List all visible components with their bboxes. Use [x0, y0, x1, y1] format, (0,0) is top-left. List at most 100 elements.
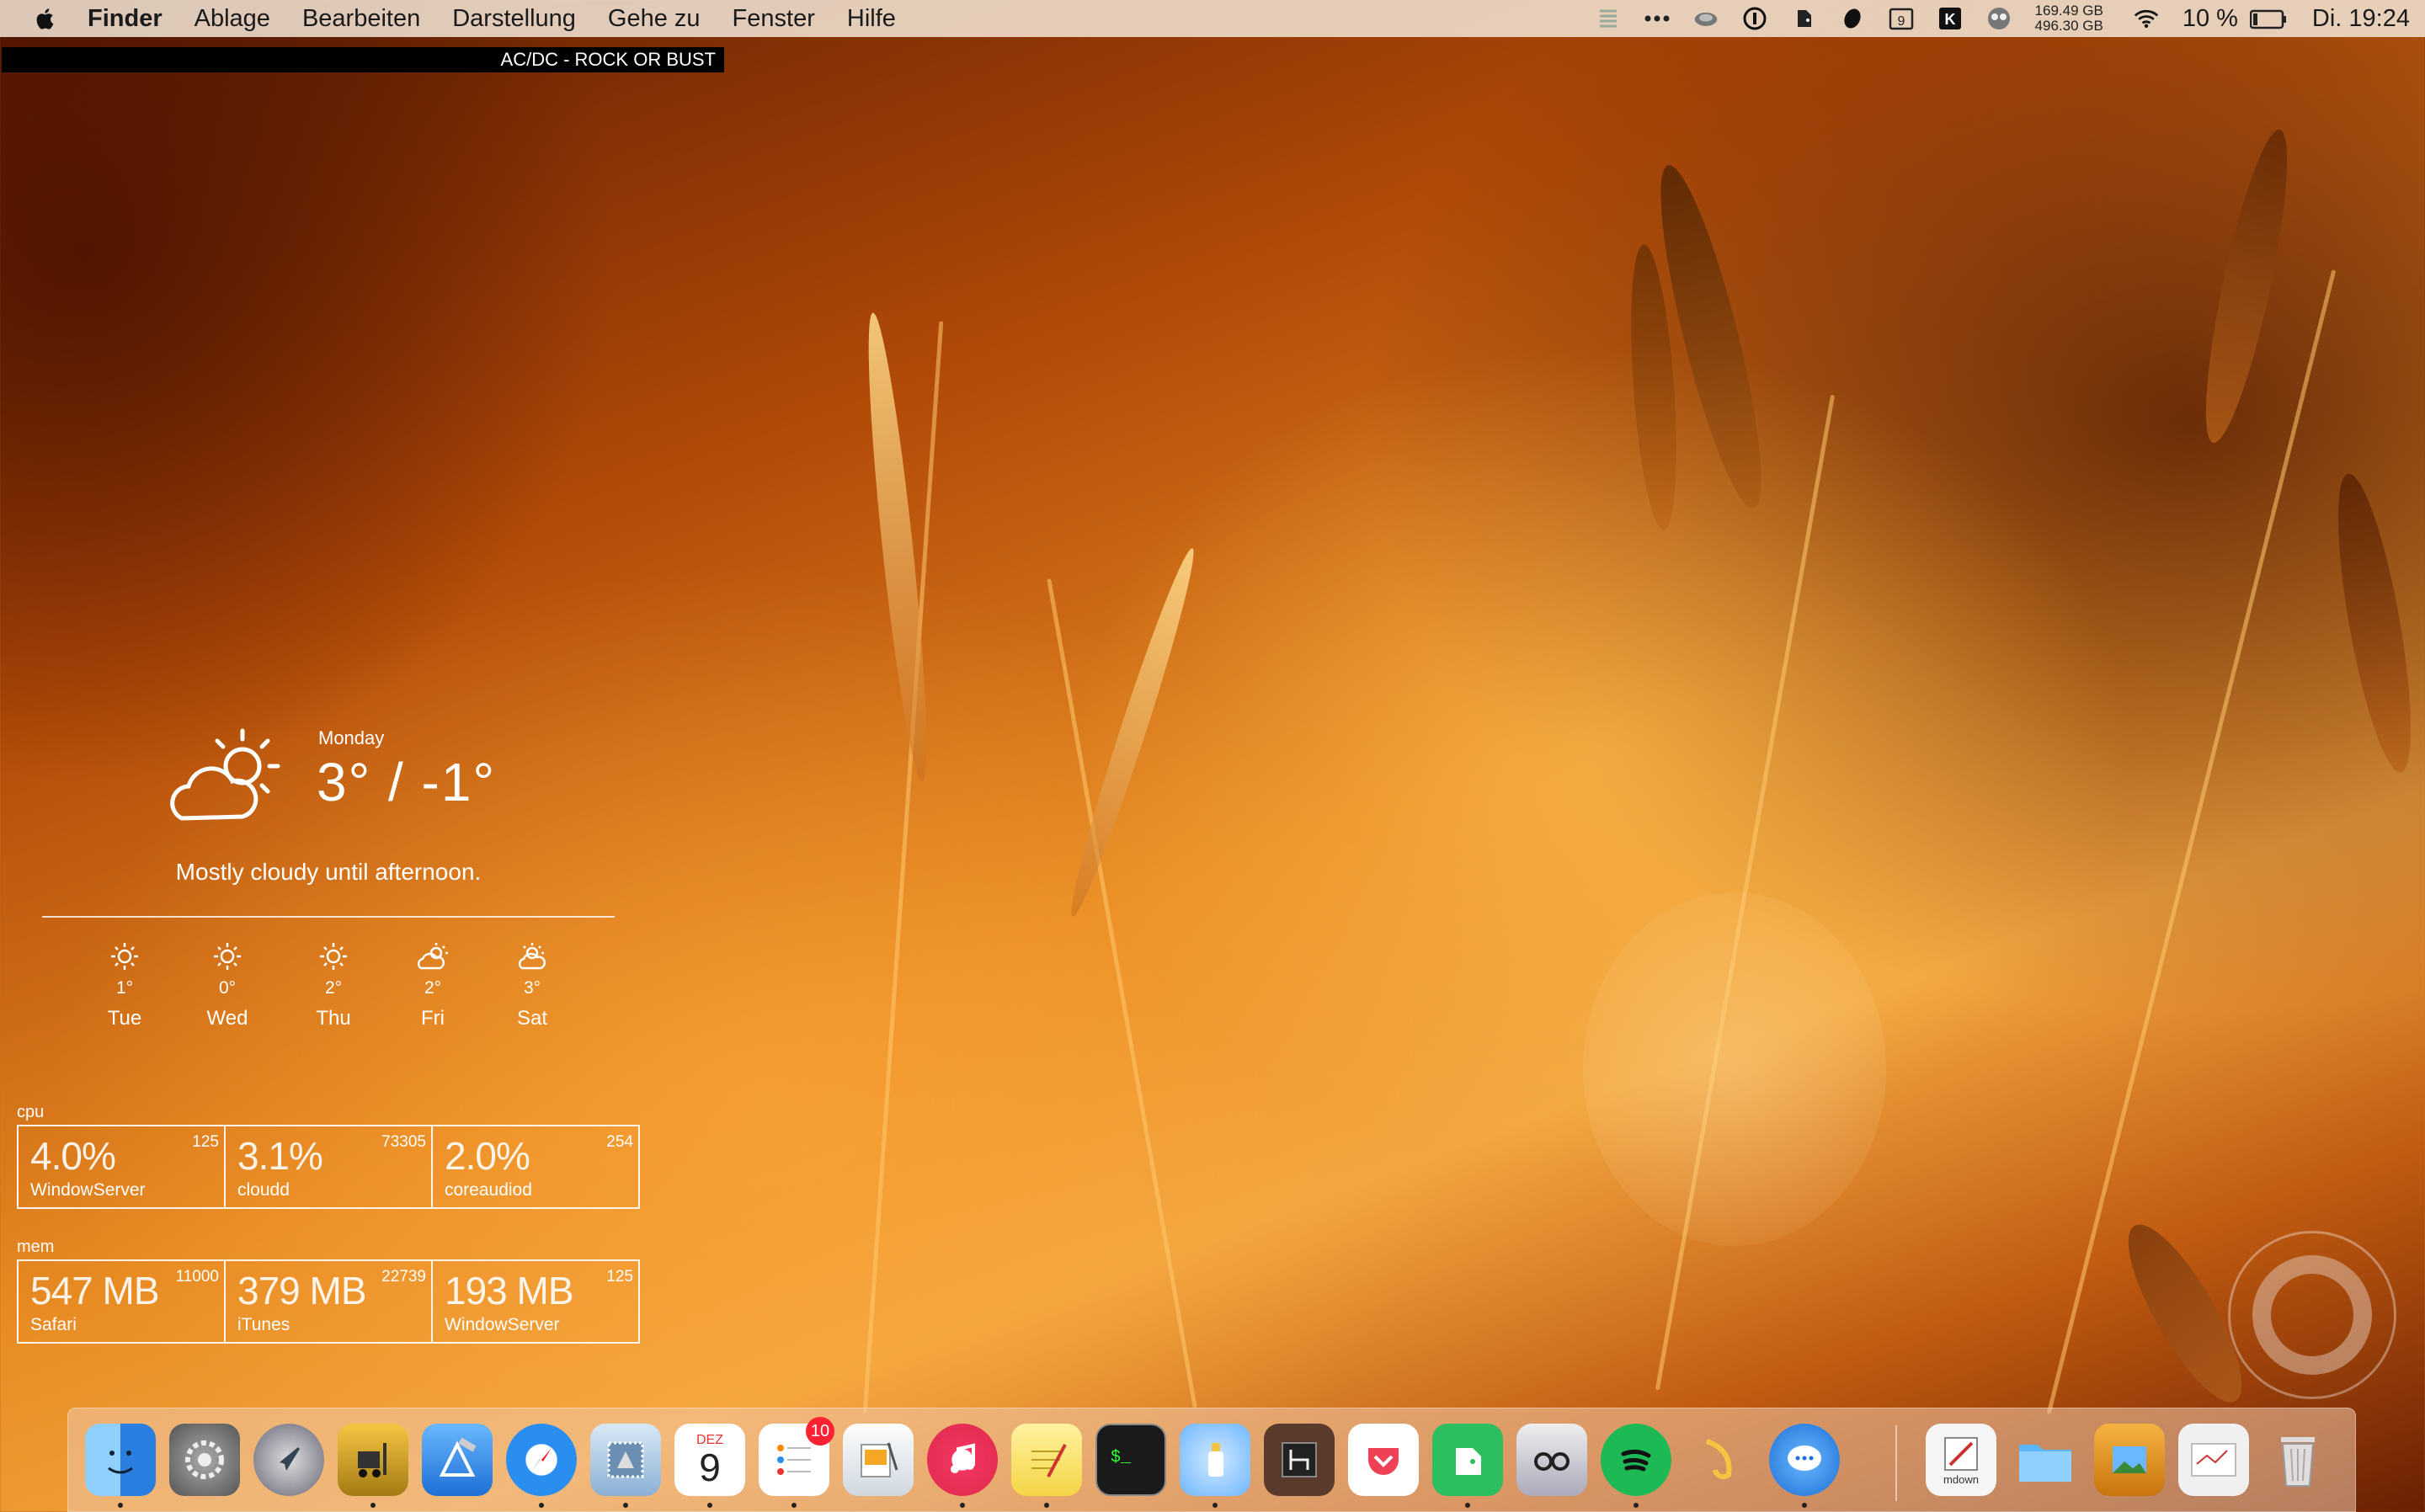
dock-terminal[interactable]: $_ [1095, 1424, 1166, 1496]
menu-bearbeiten[interactable]: Bearbeiten [302, 5, 420, 33]
process-pid: 125 [192, 1133, 219, 1151]
dock-forklift[interactable] [338, 1424, 408, 1508]
stamp-icon [607, 1441, 644, 1478]
dock-sourcetree[interactable] [1264, 1424, 1335, 1496]
dock-xcode[interactable] [422, 1424, 493, 1496]
dock-document-stack[interactable] [2178, 1424, 2249, 1496]
cpu-monitor: 4.0% 125 WindowServer 3.1% 73305 cloudd … [17, 1125, 640, 1209]
running-indicator [1212, 1503, 1218, 1508]
dock-pocket[interactable] [1348, 1424, 1419, 1496]
ring-inner [2252, 1255, 2372, 1375]
dock-safari[interactable] [506, 1424, 577, 1508]
dock-calendar[interactable]: DEZ 9 [674, 1424, 745, 1508]
list-icon [777, 1445, 811, 1475]
battery-percentage[interactable]: 10 % [2182, 5, 2238, 33]
menubar-clock[interactable]: Di. 19:24 [2312, 5, 2410, 33]
process-name: WindowServer [445, 1315, 560, 1334]
partly-cloudy-icon [518, 943, 546, 970]
dock-readkit[interactable] [1516, 1424, 1587, 1496]
forklift-icon [358, 1443, 386, 1477]
dock-finder[interactable] [85, 1424, 156, 1508]
ring-widget[interactable] [2228, 1231, 2396, 1399]
forecast-day-name: Sat [516, 1007, 548, 1030]
running-indicator [960, 1503, 965, 1508]
sun-icon [111, 943, 138, 970]
dock-preview[interactable] [843, 1424, 914, 1496]
info-icon[interactable] [1742, 6, 1767, 31]
svg-text:K: K [1944, 11, 1955, 28]
forecast-temp: 3° [523, 978, 541, 998]
map-icon [2191, 1443, 2236, 1477]
menu-finder[interactable]: Finder [88, 5, 163, 33]
evernote-icon[interactable] [1791, 6, 1816, 31]
dock-mail[interactable] [590, 1424, 661, 1508]
pocket-icon [1368, 1448, 1399, 1475]
cpu-value: 2.0% [445, 1134, 530, 1178]
cloud-icon[interactable] [1693, 6, 1719, 31]
forecast-temp: 0° [218, 978, 237, 998]
terminal-icon: $_ [1111, 1448, 1132, 1467]
dock-messages[interactable] [1769, 1424, 1840, 1508]
dock-launchpad[interactable] [253, 1424, 324, 1496]
cpu-process: 2.0% 254 coreaudiod [433, 1126, 638, 1207]
glasses-icon [1534, 1452, 1570, 1471]
status-area: 9 K 169.49 GB 496.30 GB 10 % Di. 19:24 [1596, 0, 2425, 37]
dock-folder[interactable] [2010, 1424, 2081, 1496]
calendar-icon[interactable]: 9 [1889, 6, 1914, 31]
forecast-day: 2° Fri [399, 941, 466, 1030]
running-indicator [791, 1503, 797, 1508]
dock-system-preferences[interactable] [169, 1424, 240, 1496]
forecast-temp: 1° [115, 978, 134, 998]
forecast-day: 2° Thu [300, 941, 367, 1030]
process-pid: 11000 [175, 1268, 219, 1286]
rocket-icon [280, 1447, 300, 1471]
dock-mdown-folder[interactable]: mdown [1926, 1424, 1996, 1496]
dock-spotify[interactable] [1601, 1424, 1671, 1508]
dock-pencil[interactable] [1685, 1424, 1756, 1496]
weather-temperature: 3° / -1° [317, 752, 497, 812]
menu-fenster[interactable]: Fenster [733, 5, 815, 33]
process-name: coreaudiod [445, 1180, 532, 1200]
running-indicator [1802, 1503, 1807, 1508]
process-name: WindowServer [30, 1180, 146, 1200]
dock-trash[interactable] [2262, 1424, 2333, 1496]
forecast-temp: 2° [424, 978, 442, 998]
menu-ablage[interactable]: Ablage [195, 5, 270, 33]
dock-itunes[interactable] [927, 1424, 998, 1508]
apple-icon[interactable] [34, 6, 59, 31]
forecast-day-name: Thu [316, 1007, 351, 1030]
gear-icon [185, 1440, 224, 1479]
more-icon[interactable] [1644, 6, 1670, 31]
process-pid: 254 [606, 1133, 633, 1151]
cpu-value: 4.0% [30, 1134, 116, 1178]
wifi-icon[interactable] [2134, 6, 2159, 31]
mem-monitor: 547 MB 11000 Safari 379 MB 22739 iTunes … [17, 1259, 640, 1344]
disk-usage[interactable]: 169.49 GB 496.30 GB [2035, 3, 2103, 34]
picture-icon [2113, 1446, 2146, 1473]
running-indicator [707, 1503, 712, 1508]
dock-cleaner[interactable] [1180, 1424, 1250, 1508]
menu-hilfe[interactable]: Hilfe [847, 5, 896, 33]
note-icon [1031, 1444, 1067, 1477]
disk-total: 496.30 GB [2034, 18, 2103, 34]
dock-evernote[interactable] [1432, 1424, 1503, 1508]
dock-preview-stack[interactable] [2094, 1424, 2165, 1496]
owl-icon[interactable] [1986, 6, 2012, 31]
k-icon[interactable]: K [1937, 6, 1963, 31]
forecast-day: 3° Sat [498, 941, 566, 1030]
menu-gehe-zu[interactable]: Gehe zu [608, 5, 701, 33]
leaf-icon[interactable] [1840, 6, 1865, 31]
battery-icon[interactable] [2249, 8, 2287, 29]
forecast-day-name: Tue [107, 1007, 142, 1030]
running-indicator [1634, 1503, 1639, 1508]
chat-icon [1788, 1445, 1821, 1471]
dock-reminders[interactable]: 10 [759, 1417, 834, 1508]
branch-icon [1282, 1442, 1317, 1477]
notification-badge: 10 [806, 1417, 834, 1445]
dock-stickies[interactable] [1011, 1424, 1082, 1508]
list-icon[interactable] [1596, 6, 1621, 31]
cpu-process: 4.0% 125 WindowServer [19, 1126, 226, 1207]
process-pid: 73305 [381, 1133, 426, 1151]
compass-icon [531, 1448, 552, 1472]
menu-darstellung[interactable]: Darstellung [452, 5, 576, 33]
